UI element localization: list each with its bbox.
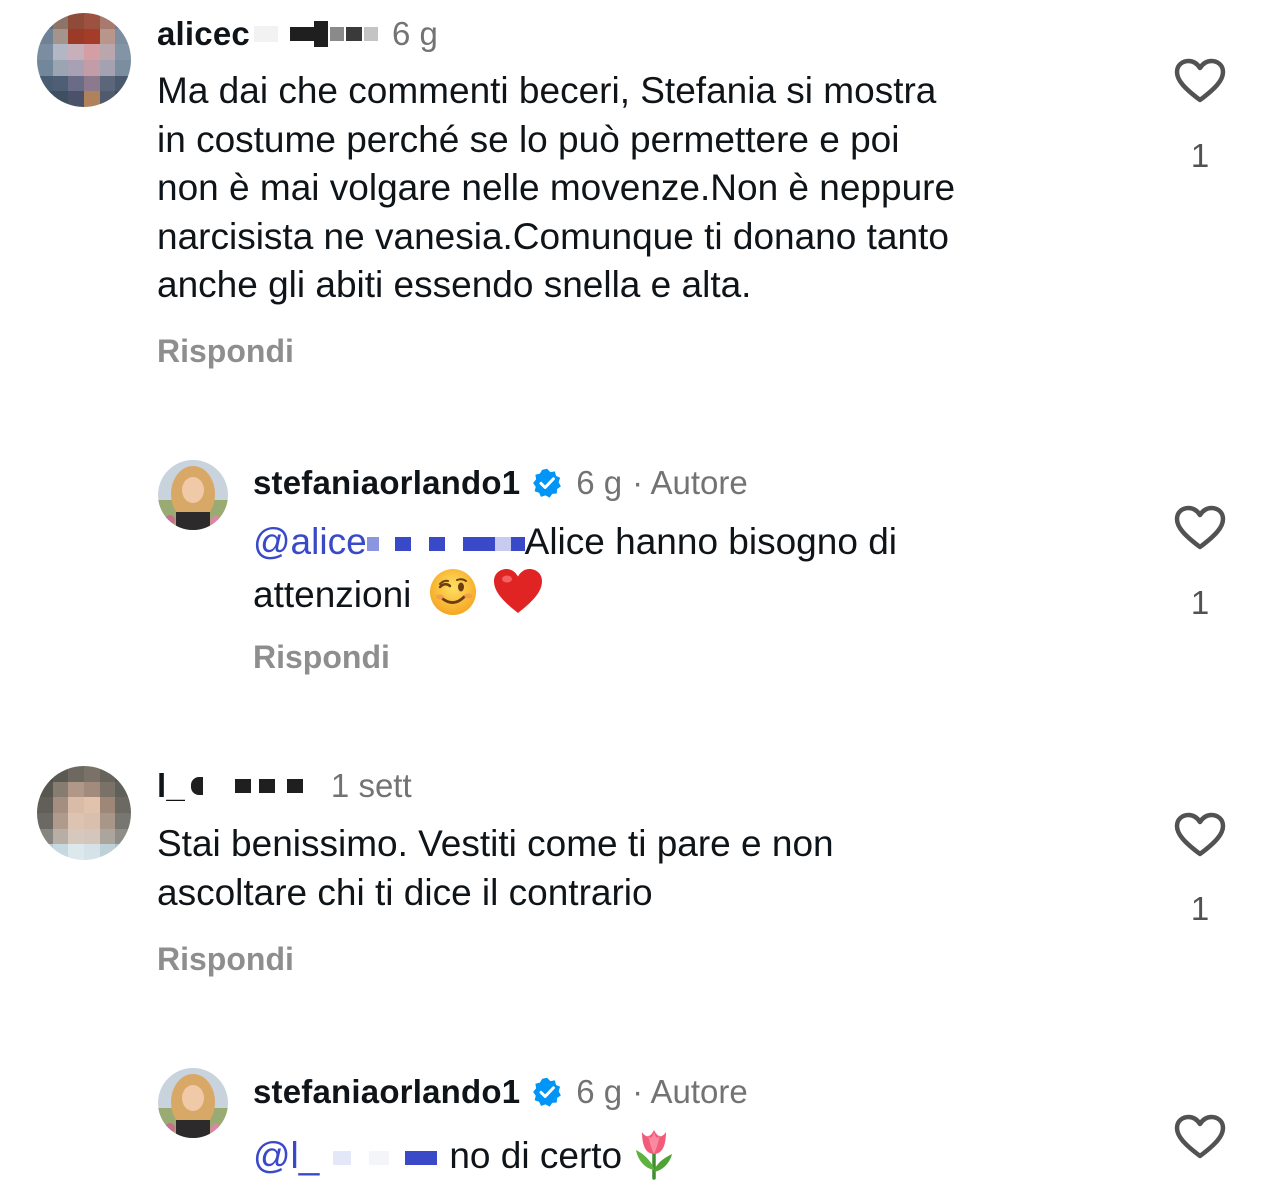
profile-photo [158, 1068, 228, 1138]
comment-item: l_ 1 sett Stai benissimo. Vestiti come t… [0, 740, 1284, 1040]
redaction-block [345, 27, 362, 41]
redaction-block [366, 537, 379, 552]
reply-line: attenzioni [253, 567, 1133, 620]
reply-line: @alice Alice hanno bisogno di [253, 518, 1133, 567]
redaction-block [494, 537, 511, 552]
reply-button[interactable]: Rispondi [157, 941, 294, 978]
username[interactable]: stefaniaorlando1 [253, 463, 520, 503]
redaction-block [234, 779, 251, 793]
redaction-block [410, 537, 429, 552]
reply-line: @l_ no di certo [253, 1126, 1133, 1181]
redaction-block [253, 26, 278, 42]
reply-text-segment: Alice hanno bisogno di [524, 521, 897, 562]
like-count: 1 [1190, 890, 1210, 927]
reply-button[interactable]: Rispondi [253, 639, 390, 676]
timestamp: 6 g [391, 15, 438, 52]
redaction-block [394, 537, 411, 552]
heart-outline-icon[interactable] [1174, 505, 1226, 551]
like-count: 1 [1190, 137, 1210, 174]
reply-item: stefaniaorlando1 6 g · Autore @l_ no di c… [0, 1048, 1284, 1188]
mention-link[interactable]: @alice [253, 521, 367, 562]
reply-text-segment: attenzioni [253, 573, 412, 615]
comment-line: ascoltare chi ti dice il contrario [157, 871, 653, 913]
redaction-block [351, 1151, 370, 1166]
comment-line: non è mai volgare nelle movenze.Non è ne… [157, 167, 956, 208]
redaction-block [444, 537, 463, 552]
author-badge: · Autore [632, 1073, 748, 1110]
redaction-block [286, 779, 303, 793]
avatar[interactable] [37, 766, 131, 860]
reply-header: stefaniaorlando1 6 g · Autore [253, 463, 748, 503]
reply-item: stefaniaorlando1 6 g · Autore @alice Alic… [0, 440, 1284, 700]
comment-item: alicec 6 g Ma dai che commenti beceri, S… [0, 0, 1284, 400]
reply-text: @l_ no di certo [253, 1126, 1133, 1181]
redaction-block [378, 537, 395, 552]
comment-line: narcisista ne vanesia.Comunque ti donano… [157, 215, 949, 257]
comment-line: Ma dai che commenti beceri, Stefania si … [157, 70, 937, 111]
comment-header: alicec 6 g [157, 14, 438, 54]
redaction-block [329, 27, 344, 41]
red-heart-icon [493, 568, 542, 613]
comment-line: in costume perché se lo può permettere e… [157, 118, 900, 160]
redaction-block [389, 1151, 406, 1166]
timestamp: 6 g [576, 464, 623, 501]
comment-header: l_ 1 sett [157, 766, 412, 806]
verified-badge-icon [533, 468, 562, 498]
avatar[interactable] [158, 460, 228, 530]
reply-button[interactable]: Rispondi [157, 333, 294, 370]
comment-text: Ma dai che commenti beceri, Stefania si … [157, 67, 1117, 310]
timestamp: 1 sett [330, 767, 412, 804]
winking-face-icon [429, 568, 476, 615]
username[interactable]: l_ [157, 766, 185, 806]
heart-outline-icon[interactable] [1174, 58, 1226, 104]
reply-header: stefaniaorlando1 6 g · Autore [253, 1072, 748, 1112]
avatar[interactable] [158, 1068, 228, 1138]
author-badge: · Autore [632, 464, 748, 501]
redaction-block [313, 21, 328, 47]
mention-link[interactable]: @l_ [253, 1135, 319, 1176]
timestamp: 6 g [576, 1073, 623, 1110]
avatar[interactable] [37, 13, 131, 107]
comment-text: Stai benissimo. Vestiti come ti pare e n… [157, 820, 1117, 917]
heart-outline-icon[interactable] [1174, 812, 1226, 858]
redaction-block [405, 1151, 422, 1166]
redaction-block [363, 27, 378, 41]
redaction-block [462, 537, 479, 552]
redaction-block [319, 1151, 334, 1166]
like-count: 1 [1190, 584, 1210, 621]
redaction-block [478, 537, 495, 552]
redaction-block [369, 1151, 390, 1166]
username[interactable]: alicec [157, 14, 250, 54]
redaction-block [258, 779, 275, 793]
profile-photo [158, 460, 228, 530]
comment-line: Stai benissimo. Vestiti come ti pare e n… [157, 823, 834, 864]
reply-text-segment: no di certo [449, 1135, 623, 1176]
heart-outline-icon[interactable] [1174, 1114, 1226, 1160]
reply-text: @alice Alice hanno bisogno di attenzioni [253, 518, 1133, 619]
tulip-icon [636, 1130, 673, 1180]
redaction-block [289, 27, 314, 41]
verified-badge-icon [533, 1077, 562, 1107]
username[interactable]: stefaniaorlando1 [253, 1072, 520, 1112]
redaction-block [333, 1151, 352, 1166]
comment-line: anche gli abiti essendo snella e alta. [157, 264, 752, 305]
redaction-block [428, 537, 445, 552]
redaction-block [510, 537, 525, 552]
redaction-block [421, 1151, 438, 1166]
redaction-block [190, 777, 203, 795]
